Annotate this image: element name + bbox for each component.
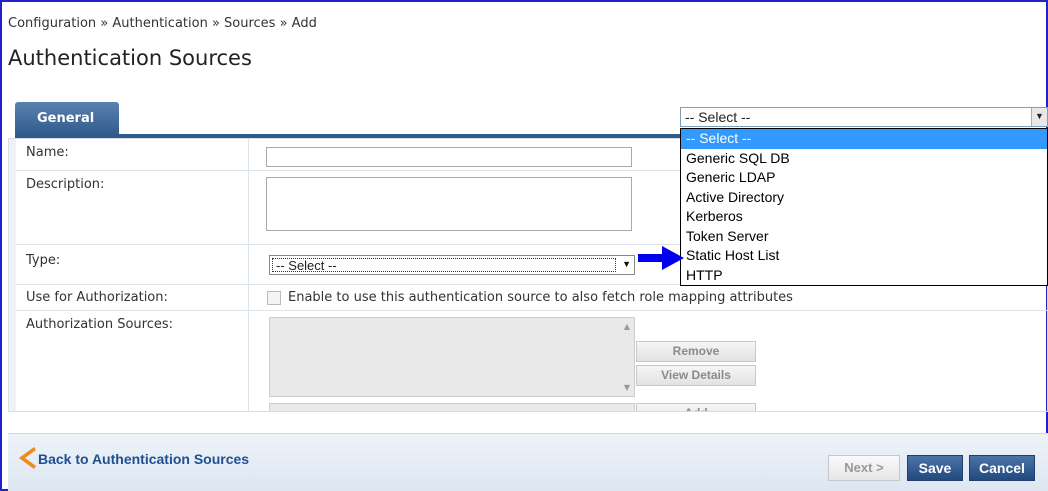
chevron-down-icon: ▼ — [622, 259, 631, 269]
description-field[interactable] — [266, 177, 632, 231]
dropdown-option-select[interactable]: -- Select -- — [681, 129, 1047, 149]
dropdown-option-generic-sql-db[interactable]: Generic SQL DB — [681, 149, 1047, 169]
row-authorization-sources: Authorization Sources: ▲ ▼ Remove View D… — [16, 311, 1047, 411]
dropdown-option-http[interactable]: HTTP — [681, 266, 1047, 286]
authorization-sources-select[interactable] — [269, 403, 635, 411]
add-button[interactable]: Add — [636, 403, 756, 411]
dropdown-option-kerberos[interactable]: Kerberos — [681, 207, 1047, 227]
breadcrumb[interactable]: Configuration » Authentication » Sources… — [8, 16, 317, 31]
save-button[interactable]: Save — [907, 455, 963, 481]
authorization-sources-label: Authorization Sources: — [16, 311, 249, 411]
page-title: Authentication Sources — [8, 46, 252, 70]
chevron-down-icon: ▼ — [1035, 111, 1044, 121]
annotation-arrow-icon — [638, 246, 684, 270]
dropdown-option-token-server[interactable]: Token Server — [681, 227, 1047, 247]
name-field[interactable] — [266, 147, 632, 167]
type-dropdown-value: -- Select -- — [685, 109, 751, 125]
dropdown-option-static-host-list[interactable]: Static Host List — [681, 246, 1047, 266]
authorization-sources-list[interactable]: ▲ ▼ — [269, 317, 635, 397]
view-details-button[interactable]: View Details — [636, 365, 756, 386]
tab-general[interactable]: General — [15, 102, 119, 136]
type-label: Type: — [16, 245, 249, 284]
back-to-sources-link[interactable]: Back to Authentication Sources — [38, 451, 249, 467]
use-for-authorization-text: Enable to use this authentication source… — [288, 290, 793, 305]
cancel-button[interactable]: Cancel — [969, 455, 1035, 481]
dropdown-toggle[interactable]: ▼ — [1031, 108, 1047, 126]
dropdown-option-generic-ldap[interactable]: Generic LDAP — [681, 168, 1047, 188]
scroll-down-icon[interactable]: ▼ — [624, 383, 630, 392]
use-for-authorization-checkbox[interactable] — [267, 291, 281, 305]
name-label: Name: — [16, 139, 249, 170]
next-button[interactable]: Next > — [828, 455, 900, 481]
use-for-authorization-label: Use for Authorization: — [16, 285, 249, 310]
scroll-up-icon[interactable]: ▲ — [624, 322, 630, 331]
remove-button[interactable]: Remove — [636, 341, 756, 362]
type-select-value: -- Select -- — [272, 258, 616, 272]
description-label: Description: — [16, 171, 249, 244]
type-dropdown-list: -- Select -- Generic SQL DB Generic LDAP… — [680, 128, 1048, 286]
type-select[interactable]: -- Select -- ▼ — [269, 255, 635, 275]
type-dropdown-select[interactable]: -- Select -- ▼ — [680, 107, 1048, 127]
back-arrow-icon[interactable] — [18, 447, 36, 469]
footer-bar: Back to Authentication Sources Next > Sa… — [8, 433, 1048, 491]
dropdown-option-active-directory[interactable]: Active Directory — [681, 188, 1047, 208]
row-use-for-authorization: Use for Authorization: Enable to use thi… — [16, 285, 1047, 311]
